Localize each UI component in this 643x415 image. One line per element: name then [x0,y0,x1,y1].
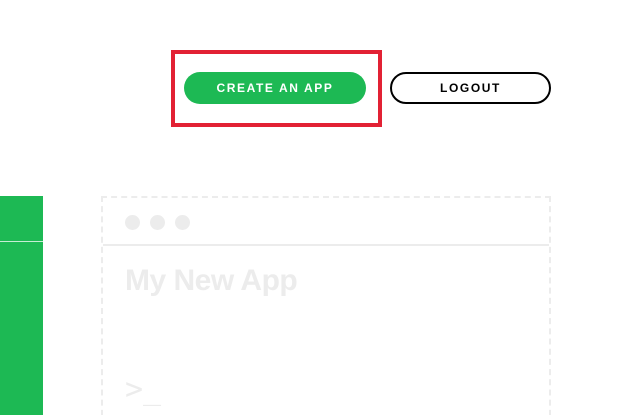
window-dot-icon [150,215,165,230]
placeholder-app-title: My New App [125,264,298,297]
side-strip-divider [0,241,43,242]
card-window-bar [103,198,549,246]
window-dot-icon [175,215,190,230]
window-dot-icon [125,215,140,230]
logout-button[interactable]: LOGOUT [390,72,551,104]
page: CREATE AN APP LOGOUT My New App >_ [0,0,643,415]
create-app-button[interactable]: CREATE AN APP [184,72,366,104]
placeholder-app-card: My New App >_ [101,196,551,415]
side-green-strip [0,196,43,415]
terminal-prompt-icon: >_ [125,372,162,407]
